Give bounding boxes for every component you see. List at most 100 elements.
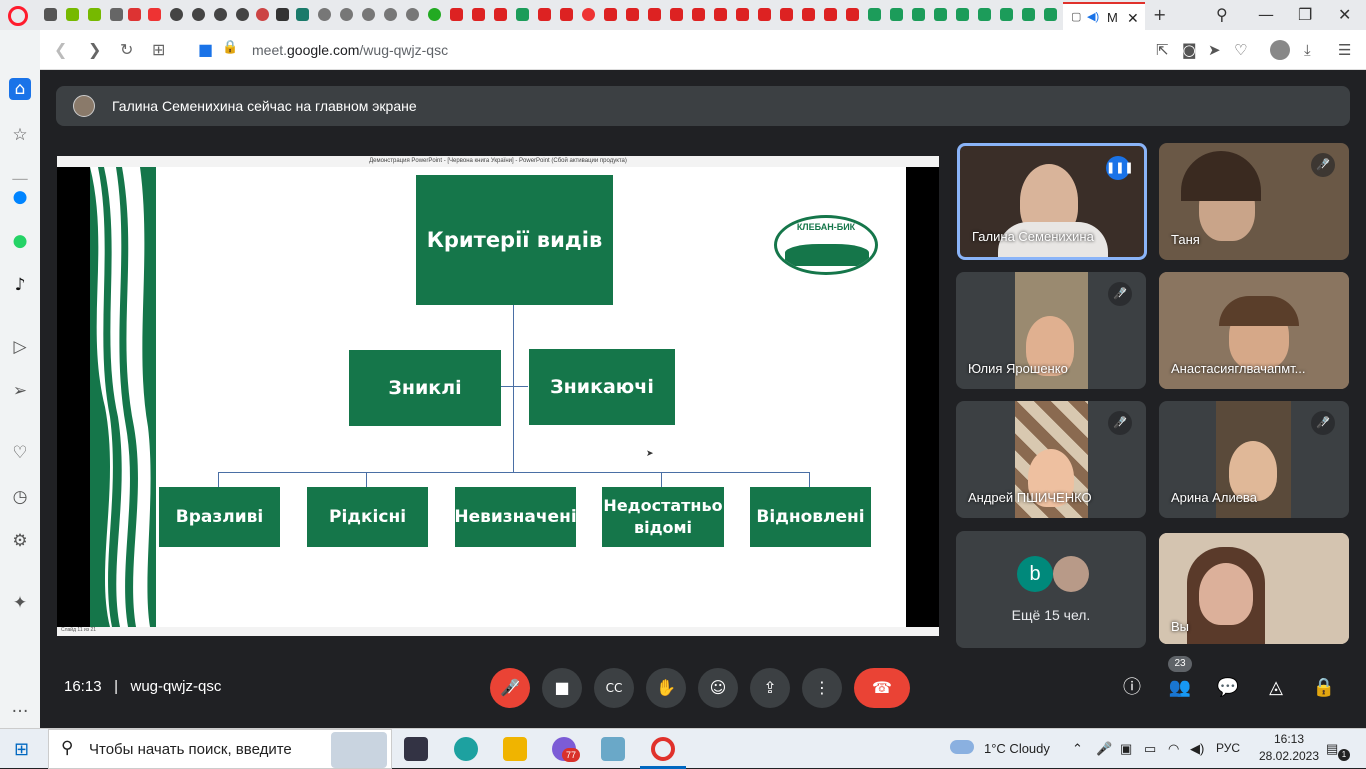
tab-icon[interactable]	[236, 8, 249, 21]
tab-icon[interactable]	[780, 8, 793, 21]
edge-icon[interactable]	[454, 737, 478, 761]
flow-icon[interactable]: ➢	[9, 380, 31, 402]
tab-icon[interactable]	[1022, 8, 1035, 21]
forward-icon[interactable]: ❯	[88, 40, 101, 59]
speed-dial-icon[interactable]: ☆	[9, 124, 31, 146]
taskbar-search[interactable]: ⚲ Чтобы начать поиск, введите	[48, 729, 392, 769]
tray-expand-icon[interactable]: ⌃	[1072, 741, 1083, 757]
tab-icon[interactable]	[340, 8, 353, 21]
tab-icon[interactable]	[670, 8, 683, 21]
tab-icon[interactable]	[318, 8, 331, 21]
camera-button[interactable]: ■	[542, 668, 582, 708]
whatsapp-icon[interactable]: ●	[9, 230, 31, 252]
emoji-button[interactable]: ☺	[698, 668, 738, 708]
reload-icon[interactable]: ↻	[120, 40, 133, 59]
tab-icon[interactable]	[472, 8, 485, 21]
tab-icon[interactable]	[516, 8, 529, 21]
participant-tile[interactable]: ❚❚❚ Галина Семенихина	[957, 143, 1147, 260]
task-view-icon[interactable]	[404, 737, 428, 761]
opera-taskbar-icon[interactable]	[651, 737, 675, 761]
activities-icon[interactable]: ◬	[1262, 674, 1290, 702]
file-explorer-icon[interactable]	[503, 737, 527, 761]
wifi-icon[interactable]: ◠	[1168, 741, 1179, 757]
messenger-icon[interactable]: ●	[9, 186, 31, 208]
tab-icon[interactable]	[802, 8, 815, 21]
profile-icon[interactable]	[1270, 40, 1290, 60]
tab-icon[interactable]	[934, 8, 947, 21]
tab-icon[interactable]	[604, 8, 617, 21]
more-options-button[interactable]: ⋮	[802, 668, 842, 708]
tab-icon[interactable]	[538, 8, 551, 21]
tab-icon[interactable]	[1044, 8, 1057, 21]
tiktok-icon[interactable]: ♪	[9, 274, 31, 296]
tab-icon[interactable]	[362, 8, 375, 21]
tab-icon[interactable]	[256, 8, 269, 21]
heart-icon[interactable]: ♡	[1234, 41, 1247, 59]
tab-icon[interactable]	[560, 8, 573, 21]
tab-icon[interactable]	[846, 8, 859, 21]
url-field[interactable]: meet.google.com/wug-qwjz-qsc	[252, 42, 448, 58]
tab-icon[interactable]	[44, 8, 57, 21]
tab-icon[interactable]	[692, 8, 705, 21]
tab-icon[interactable]	[276, 8, 289, 21]
close-window-icon[interactable]: ✕	[1338, 5, 1351, 24]
others-tile[interactable]: b Ещё 15 чел.	[956, 531, 1146, 648]
camera-indicator-icon[interactable]: ■	[198, 40, 213, 59]
tab-icon[interactable]	[214, 8, 227, 21]
tab-icon[interactable]	[582, 8, 595, 21]
meeting-details-icon[interactable]: ⓘ	[1118, 674, 1146, 702]
share-icon[interactable]: ⇱	[1156, 41, 1169, 59]
tab-icon[interactable]	[1000, 8, 1013, 21]
tips-icon[interactable]: ✦	[9, 592, 31, 614]
tab-icon[interactable]	[890, 8, 903, 21]
tabs-grid-icon[interactable]: ⊞	[152, 40, 165, 59]
favorites-icon[interactable]: ♡	[9, 442, 31, 464]
volume-icon[interactable]: ◀)	[1190, 741, 1204, 757]
tab-icon[interactable]	[494, 8, 507, 21]
start-icon[interactable]: ⊞	[14, 739, 29, 760]
back-icon[interactable]: ❮	[54, 40, 67, 59]
participant-tile[interactable]: 🎤̸ Арина Алиева	[1159, 401, 1349, 518]
opera-logo-icon[interactable]	[8, 6, 28, 26]
player-icon[interactable]: ▷	[9, 336, 31, 358]
tab-icon[interactable]	[128, 8, 141, 21]
notifications-icon[interactable]: ▤	[1326, 741, 1338, 757]
tab-icon[interactable]	[110, 8, 123, 21]
tab-icon[interactable]	[450, 8, 463, 21]
tab-icon[interactable]	[736, 8, 749, 21]
shared-screen[interactable]: Демонстрация PowerPoint - [Червона книга…	[57, 156, 939, 636]
end-call-button[interactable]: ☎	[854, 668, 910, 708]
tab-icon[interactable]	[978, 8, 991, 21]
snapshot-icon[interactable]: ◙	[1182, 41, 1197, 59]
people-icon[interactable]: 👥	[1166, 674, 1194, 702]
tray-app-icon[interactable]: ▣	[1120, 741, 1132, 757]
more-icon[interactable]: …	[9, 696, 31, 718]
history-icon[interactable]: ◷	[9, 486, 31, 508]
tab-icon[interactable]	[758, 8, 771, 21]
weather-text[interactable]: 1°C Cloudy	[984, 741, 1050, 756]
microphone-button[interactable]: 🎤̸	[490, 668, 530, 708]
tray-mic-icon[interactable]: 🎤	[1096, 741, 1112, 757]
tab-icon[interactable]	[868, 8, 881, 21]
lock-icon[interactable]: 🔒	[222, 40, 238, 55]
present-button[interactable]: ⇪	[750, 668, 790, 708]
raise-hand-button[interactable]: ✋	[646, 668, 686, 708]
tab-icon[interactable]	[406, 8, 419, 21]
tab-icon[interactable]	[192, 8, 205, 21]
download-icon[interactable]: ⤓	[1304, 41, 1311, 59]
menu-icon[interactable]: ☰	[1338, 41, 1351, 59]
tab-icon[interactable]	[88, 8, 101, 21]
battery-icon[interactable]: ▭	[1144, 741, 1156, 757]
captions-button[interactable]: CC	[594, 668, 634, 708]
tab-icon[interactable]	[824, 8, 837, 21]
participant-tile[interactable]: 🎤̸ Андрей ПШИЧЕНКО	[956, 401, 1146, 518]
active-tab[interactable]: ▢ ◀) M ✕	[1063, 2, 1145, 30]
tab-icon[interactable]	[428, 8, 441, 21]
tab-icon[interactable]	[170, 8, 183, 21]
app-icon[interactable]	[601, 737, 625, 761]
tab-icon[interactable]	[714, 8, 727, 21]
participant-tile[interactable]: 🎤̸ Таня	[1159, 143, 1349, 260]
tab-icon[interactable]	[626, 8, 639, 21]
restore-icon[interactable]: ❐	[1298, 5, 1312, 24]
tab-icon[interactable]	[956, 8, 969, 21]
